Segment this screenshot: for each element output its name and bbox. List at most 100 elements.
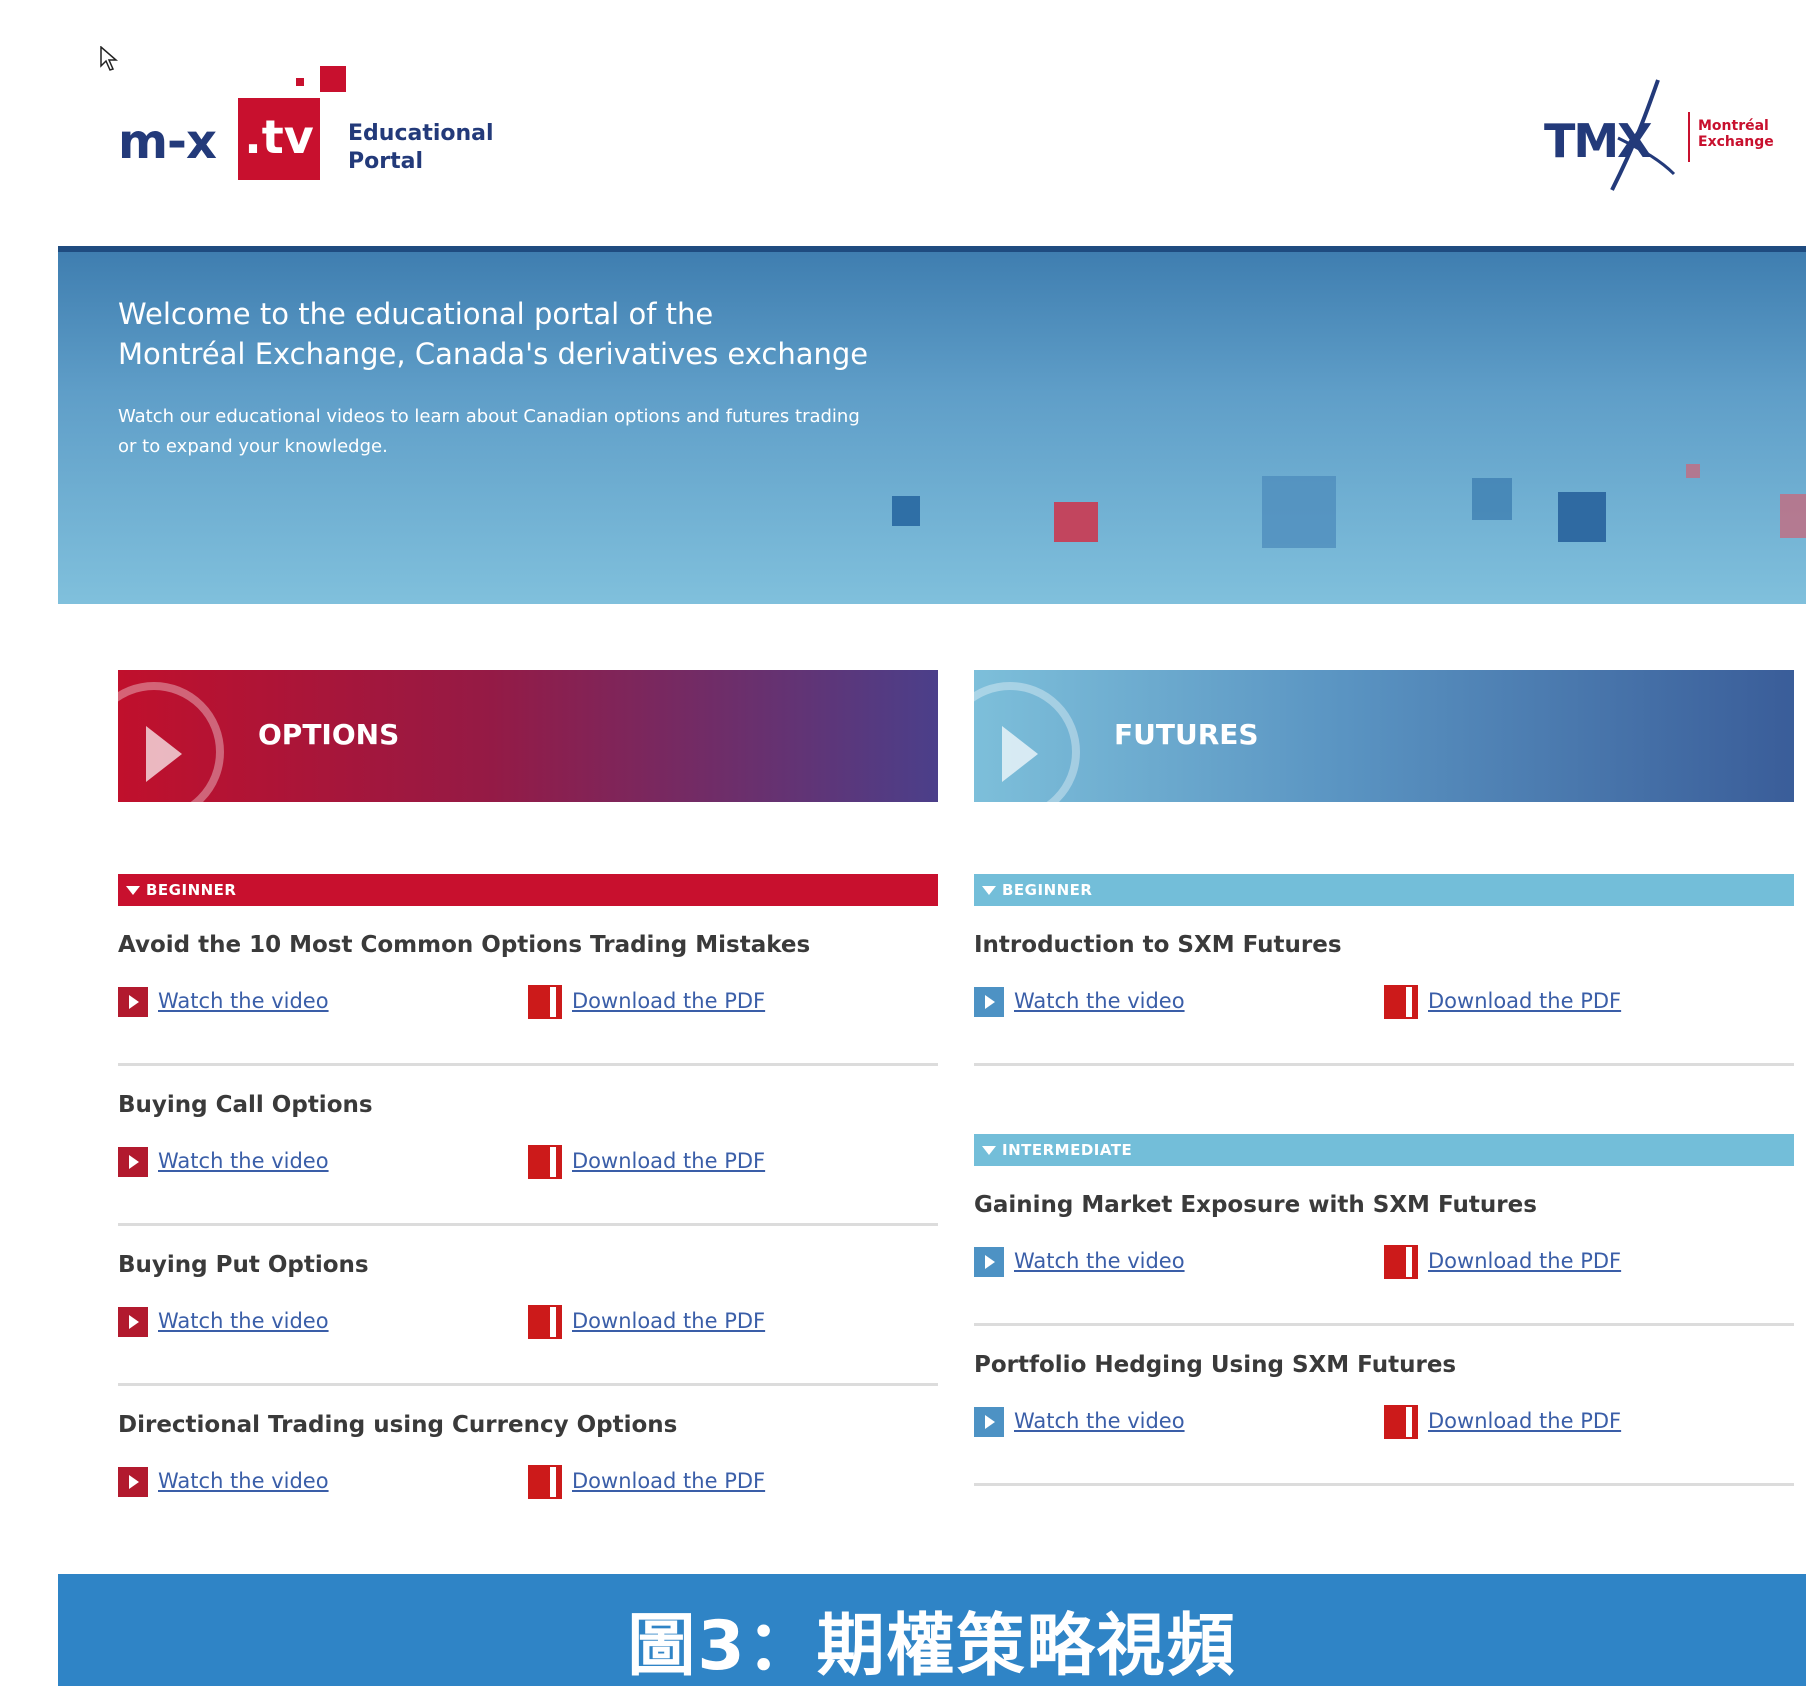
futures-level-beginner[interactable]: BEGINNER	[974, 874, 1794, 906]
hero-title: Welcome to the educational portal of the…	[118, 294, 1018, 374]
mouse-cursor-icon	[100, 46, 118, 71]
list-item: Avoid the 10 Most Common Options Trading…	[118, 906, 938, 1066]
item-links: Watch the video Download the PDF	[118, 1144, 938, 1180]
watch-video-label: Watch the video	[158, 989, 329, 1013]
hero-decor-square	[1054, 502, 1098, 542]
futures-banner[interactable]: FUTURES	[974, 670, 1794, 802]
play-icon	[1002, 726, 1038, 782]
watch-video-label: Watch the video	[158, 1469, 329, 1493]
download-pdf-link[interactable]: Download the PDF	[528, 984, 765, 1019]
download-pdf-link[interactable]: Download the PDF	[1384, 984, 1621, 1019]
item-links: Watch the video Download the PDF	[974, 1244, 1794, 1280]
download-pdf-link[interactable]: Download the PDF	[528, 1144, 765, 1179]
watch-video-link[interactable]: Watch the video	[118, 1464, 329, 1498]
tmx-sub-line2: Exchange	[1698, 134, 1774, 150]
watch-video-label: Watch the video	[1014, 1409, 1185, 1433]
caption-text: 圖3：期權策略視頻	[627, 1607, 1237, 1686]
hero-decor-square	[1558, 492, 1606, 542]
watch-video-link[interactable]: Watch the video	[974, 1244, 1185, 1278]
futures-level-intermediate[interactable]: INTERMEDIATE	[974, 1134, 1794, 1166]
list-item: Portfolio Hedging Using SXM Futures Watc…	[974, 1326, 1794, 1486]
logo-small-square	[296, 78, 304, 86]
options-banner[interactable]: OPTIONS	[118, 670, 938, 802]
figure-caption: 圖3：期權策略視頻	[58, 1574, 1806, 1686]
hero-decor-square	[1262, 476, 1336, 548]
video-icon	[118, 1147, 148, 1177]
play-icon	[146, 726, 182, 782]
video-title: Gaining Market Exposure with SXM Futures	[974, 1192, 1537, 1218]
hero-decor-square	[1686, 464, 1700, 478]
video-title: Portfolio Hedging Using SXM Futures	[974, 1352, 1457, 1378]
hero-decor-square	[892, 496, 920, 526]
pdf-icon	[1384, 1245, 1418, 1279]
video-icon	[974, 1247, 1004, 1277]
options-banner-label: OPTIONS	[258, 718, 400, 751]
download-pdf-label: Download the PDF	[1428, 989, 1622, 1013]
logo-square	[320, 66, 346, 92]
download-pdf-link[interactable]: Download the PDF	[528, 1464, 765, 1499]
hero-description: Watch our educational videos to learn ab…	[118, 406, 860, 457]
watch-video-link[interactable]: Watch the video	[118, 984, 329, 1018]
video-title: Buying Put Options	[118, 1252, 369, 1278]
tmx-montreal-exchange: Montréal Exchange	[1698, 118, 1774, 150]
watch-video-link[interactable]: Watch the video	[118, 1304, 329, 1338]
download-pdf-link[interactable]: Download the PDF	[1384, 1404, 1621, 1439]
download-pdf-link[interactable]: Download the PDF	[528, 1304, 765, 1339]
pdf-icon	[1384, 985, 1418, 1019]
watch-video-label: Watch the video	[158, 1309, 329, 1333]
item-links: Watch the video Download the PDF	[118, 984, 938, 1020]
list-item: Gaining Market Exposure with SXM Futures…	[974, 1166, 1794, 1326]
options-level-label: BEGINNER	[146, 881, 237, 899]
options-level-beginner[interactable]: BEGINNER	[118, 874, 938, 906]
logo-subtitle: Educational Portal	[348, 120, 494, 176]
list-item: Directional Trading using Currency Optio…	[118, 1386, 938, 1516]
list-item: Introduction to SXM Futures Watch the vi…	[974, 906, 1794, 1066]
watch-video-label: Watch the video	[158, 1149, 329, 1173]
futures-level-beginner-label: BEGINNER	[1002, 881, 1093, 899]
caret-down-icon	[982, 1146, 996, 1155]
video-title: Avoid the 10 Most Common Options Trading…	[118, 932, 811, 958]
tmx-swoosh-icon	[1610, 79, 1676, 191]
download-pdf-label: Download the PDF	[1428, 1249, 1622, 1273]
tmx-divider	[1688, 112, 1690, 162]
logo-subtitle-line2: Portal	[348, 149, 423, 174]
item-links: Watch the video Download the PDF	[974, 984, 1794, 1020]
pdf-icon	[528, 1465, 562, 1499]
logo-tv-box: .tv	[238, 98, 320, 180]
video-icon	[118, 1467, 148, 1497]
tmx-sub-line1: Montréal	[1698, 118, 1769, 134]
item-links: Watch the video Download the PDF	[118, 1304, 938, 1340]
hero-banner: Welcome to the educational portal of the…	[58, 246, 1806, 604]
logo-mx-text: m-x	[118, 114, 217, 170]
download-pdf-label: Download the PDF	[1428, 1409, 1622, 1433]
caret-down-icon	[126, 886, 140, 895]
download-pdf-label: Download the PDF	[572, 1149, 766, 1173]
tmx-logo[interactable]: TMX Montréal Exchange	[1538, 78, 1800, 198]
options-column: OPTIONS BEGINNER Avoid the 10 Most Commo…	[118, 670, 938, 1516]
futures-column: FUTURES BEGINNER Introduction to SXM Fut…	[974, 670, 1794, 1486]
watch-video-link[interactable]: Watch the video	[974, 984, 1185, 1018]
futures-level-intermediate-label: INTERMEDIATE	[1002, 1141, 1133, 1159]
watch-video-label: Watch the video	[1014, 1249, 1185, 1273]
pdf-icon	[528, 985, 562, 1019]
video-title: Introduction to SXM Futures	[974, 932, 1342, 958]
watch-video-link[interactable]: Watch the video	[974, 1404, 1185, 1438]
logo-subtitle-line1: Educational	[348, 121, 494, 146]
pdf-icon	[528, 1145, 562, 1179]
hero-decor-square	[1472, 478, 1512, 520]
download-pdf-link[interactable]: Download the PDF	[1384, 1244, 1621, 1279]
mx-tv-logo[interactable]: m-x .tv Educational Portal	[118, 64, 538, 194]
download-pdf-label: Download the PDF	[572, 1309, 766, 1333]
video-title: Buying Call Options	[118, 1092, 373, 1118]
futures-banner-label: FUTURES	[1114, 718, 1259, 751]
video-icon	[118, 1307, 148, 1337]
watch-video-label: Watch the video	[1014, 989, 1185, 1013]
hero-decor-square	[1780, 494, 1806, 538]
hero-title-line1: Welcome to the educational portal of the	[118, 297, 714, 331]
item-links: Watch the video Download the PDF	[118, 1464, 938, 1500]
watch-video-link[interactable]: Watch the video	[118, 1144, 329, 1178]
item-links: Watch the video Download the PDF	[974, 1404, 1794, 1440]
download-pdf-label: Download the PDF	[572, 1469, 766, 1493]
hero-title-line2: Montréal Exchange, Canada's derivatives …	[118, 337, 869, 371]
video-title: Directional Trading using Currency Optio…	[118, 1412, 678, 1438]
